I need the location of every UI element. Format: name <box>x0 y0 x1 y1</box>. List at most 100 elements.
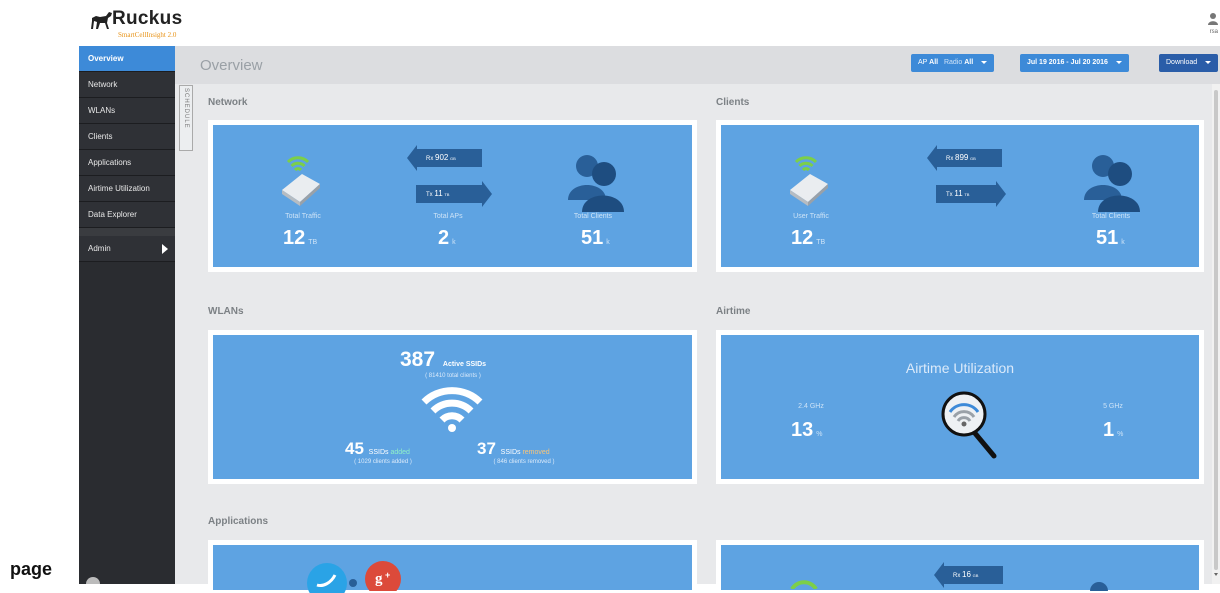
ap-radio-filter[interactable]: AP All Radio All <box>911 54 995 72</box>
sidebar-item-clients[interactable]: Clients <box>79 124 175 150</box>
network-card[interactable]: Rx 902 GB Tx 11 TB Total Traffic Total A… <box>208 120 697 272</box>
user-head-icon <box>1090 582 1108 591</box>
ghz5-value: 1% <box>1103 419 1123 442</box>
ssids-removed-word: removed <box>522 449 550 456</box>
user-icon[interactable] <box>1208 12 1218 26</box>
sidebar-item-airtime-utilization[interactable]: Airtime Utilization <box>79 176 175 202</box>
rx-value: 902 <box>435 153 449 162</box>
user-name[interactable]: rsa <box>1210 29 1218 35</box>
rx-unit: GB <box>972 573 979 578</box>
arrow-right-icon <box>996 181 1006 207</box>
network-clients-unit: k <box>606 239 610 246</box>
scroll-down-icon[interactable] <box>1214 573 1218 576</box>
rx-value: 899 <box>955 153 969 162</box>
sidebar-item-network[interactable]: Network <box>79 72 175 98</box>
applications-section-title: Applications <box>208 516 269 527</box>
active-ssids-label: Active SSIDs <box>442 361 487 368</box>
network-traffic-number: 12 <box>283 227 306 249</box>
sidebar-item-applications[interactable]: Applications <box>79 150 175 176</box>
sidebar-item-wlans[interactable]: WLANs <box>79 98 175 124</box>
dog-logo-icon <box>91 12 112 29</box>
users-icon <box>1084 155 1140 212</box>
caret-down-icon <box>1115 60 1122 64</box>
network-traffic-label: Total Traffic <box>285 213 321 220</box>
ssids-added: 45 SSIDs added <box>345 439 410 459</box>
rx-unit: GB <box>450 156 456 161</box>
page-title: Overview <box>200 57 263 74</box>
clients-card[interactable]: Rx 899 GB Tx 11 TB User Traffic Total Cl… <box>716 120 1204 272</box>
arrow-right-icon <box>482 181 492 207</box>
twitter-icon <box>307 563 347 593</box>
brand-name: Ruckus <box>112 8 183 29</box>
active-ssids-number: 387 <box>400 348 436 371</box>
ssids-added-text: SSIDs added <box>369 449 410 456</box>
ssids-removed-text: SSIDs removed <box>501 449 550 456</box>
partial-circle-icon <box>86 577 100 584</box>
top-bar: Ruckus SmartCellInsight 2.0 rsa <box>0 0 1220 46</box>
sidebar: Overview Network WLANs Clients Applicati… <box>79 46 175 584</box>
ghz5-number: 1 <box>1103 419 1115 441</box>
airtime-section-title: Airtime <box>716 306 751 317</box>
clients-traffic-label: User Traffic <box>793 213 829 220</box>
magnifier-wifi-icon <box>941 391 997 459</box>
wifi-green-icon <box>790 580 818 589</box>
clients-traffic-value: 12 TB <box>791 227 825 250</box>
clients-total-value: 51 k <box>1096 227 1125 250</box>
schedule-label: SCHEDULE <box>183 88 189 129</box>
radio-filter-value: All <box>964 59 974 66</box>
download-button[interactable]: Download <box>1159 54 1219 72</box>
ghz5-label: 5 GHz <box>1103 403 1123 410</box>
ap-filter-label: AP <box>918 59 928 66</box>
rx-label: Rx <box>953 573 961 579</box>
ghz5-unit: % <box>1117 431 1124 438</box>
sidebar-item-admin-label: Admin <box>88 244 111 253</box>
network-clients-number: 51 <box>581 227 604 249</box>
network-aps-number: 2 <box>438 227 450 249</box>
sidebar-item-data-explorer[interactable]: Data Explorer <box>79 202 175 228</box>
rx-label: Rx <box>946 156 954 162</box>
tx-value: 11 <box>954 189 963 198</box>
caret-down-icon <box>1205 60 1212 64</box>
clients-total-label: Total Clients <box>1091 213 1131 220</box>
sidebar-divider <box>79 228 175 236</box>
ruckus-logo[interactable]: Ruckus SmartCellInsight 2.0 <box>90 7 190 43</box>
tx-unit: TB <box>444 192 450 197</box>
sidebar-item-admin[interactable]: Admin <box>79 236 175 262</box>
rx-label: Rx <box>426 156 434 162</box>
page-label: page <box>10 559 53 579</box>
ap-filter-value: All <box>929 59 939 66</box>
traffic-card[interactable]: Rx 16 GB <box>716 540 1204 591</box>
tx-value: 11 <box>434 189 443 198</box>
schedule-tab[interactable]: SCHEDULE <box>179 85 193 151</box>
clients-added-note: ( 1029 clients added ) <box>354 459 412 465</box>
svg-text:+: + <box>385 570 390 580</box>
ssids-added-number: 45 <box>345 439 364 458</box>
network-aps-label: Total APs <box>433 213 463 220</box>
ghz24-label: 2.4 GHz <box>798 403 824 410</box>
ssids-added-word: added <box>390 449 410 456</box>
app-dot-icon <box>349 579 357 587</box>
date-range-picker[interactable]: Jul 19 2016 - Jul 20 2016 <box>1020 54 1129 72</box>
brand-subtitle: SmartCellInsight 2.0 <box>118 31 177 39</box>
rx-unit: GB <box>970 156 976 161</box>
ghz24-value: 13% <box>791 419 822 442</box>
network-aps-unit: k <box>452 239 456 246</box>
wireless-ap-icon <box>790 156 828 206</box>
clients-section-title: Clients <box>716 97 750 108</box>
clients-traffic-unit: TB <box>816 239 826 246</box>
svg-text:g: g <box>375 571 383 587</box>
ghz24-unit: % <box>816 431 823 438</box>
sidebar-item-overview[interactable]: Overview <box>79 46 175 72</box>
tx-label: Tx <box>426 192 433 198</box>
total-clients-note: ( 81410 total clients ) <box>425 373 481 379</box>
network-traffic-value: 12 TB <box>283 227 317 250</box>
scrollbar-thumb[interactable] <box>1214 90 1218 570</box>
applications-card[interactable]: g + <box>208 540 697 593</box>
radio-filter-label: Radio <box>943 59 963 66</box>
ssids-removed-ssids: SSIDs <box>500 449 521 456</box>
active-ssids: 387 Active SSIDs <box>400 348 486 372</box>
wlans-card[interactable]: 387 Active SSIDs ( 81410 total clients )… <box>208 330 697 484</box>
airtime-card[interactable]: Airtime Utilization 2.4 GHz 13% 5 GHz 1% <box>716 330 1204 484</box>
network-aps-value: 2k <box>438 227 456 250</box>
network-section-title: Network <box>208 97 248 108</box>
